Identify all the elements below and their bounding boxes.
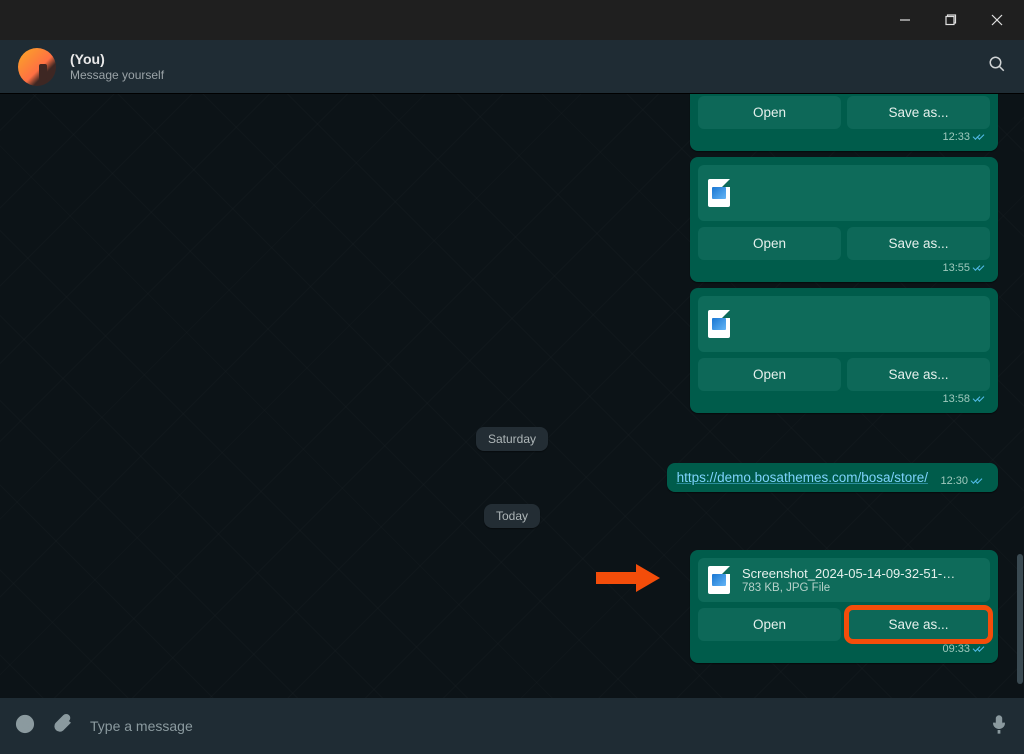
read-ticks-icon — [973, 394, 988, 404]
message-time: 12:33 — [942, 131, 970, 143]
message-time: 09:33 — [942, 643, 970, 655]
save-as-button[interactable]: Save as... — [847, 227, 990, 260]
window-titlebar — [0, 0, 1024, 40]
message-input-bar: Type a message — [0, 698, 1024, 754]
open-button[interactable]: Open — [698, 227, 841, 260]
open-button[interactable]: Open — [698, 608, 841, 641]
date-separator: Today — [484, 504, 540, 528]
file-message[interactable]: Screenshot_2024-05-14-09-32-51-22_6... 7… — [690, 550, 998, 663]
file-preview — [698, 296, 990, 352]
message-input[interactable]: Type a message — [90, 718, 972, 734]
file-preview: Screenshot_2024-05-14-09-32-51-22_6... 7… — [698, 558, 990, 602]
read-ticks-icon — [973, 132, 988, 142]
file-name: Screenshot_2024-05-14-09-32-51-22_6... — [742, 566, 962, 581]
avatar[interactable] — [18, 48, 56, 86]
open-button[interactable]: Open — [698, 358, 841, 391]
link-message[interactable]: https://demo.bosathemes.com/bosa/store/ … — [667, 463, 998, 492]
minimize-button[interactable] — [882, 0, 928, 40]
file-message[interactable]: Open Save as... 12:33 — [690, 94, 998, 151]
file-icon — [708, 310, 730, 338]
save-as-button[interactable]: Save as... — [847, 358, 990, 391]
read-ticks-icon — [973, 263, 988, 273]
chat-subtitle: Message yourself — [70, 68, 164, 82]
read-ticks-icon — [973, 644, 988, 654]
maximize-button[interactable] — [928, 0, 974, 40]
file-message[interactable]: Open Save as... 13:55 — [690, 157, 998, 282]
read-ticks-icon — [971, 476, 986, 486]
file-message[interactable]: Open Save as... 13:58 — [690, 288, 998, 413]
save-as-button[interactable]: Save as... — [847, 608, 990, 641]
date-separator: Saturday — [476, 427, 548, 451]
open-button[interactable]: Open — [698, 96, 841, 129]
chat-area: Open Save as... 12:33 Open Save as... 13… — [0, 94, 1024, 698]
message-time: 12:30 — [940, 475, 968, 487]
file-size: 783 KB, JPG File — [742, 582, 962, 594]
attach-icon[interactable] — [52, 713, 74, 740]
chat-title: (You) — [70, 51, 164, 67]
close-button[interactable] — [974, 0, 1020, 40]
message-time: 13:55 — [942, 262, 970, 274]
mic-icon[interactable] — [988, 713, 1010, 740]
file-preview — [698, 165, 990, 221]
link-text[interactable]: https://demo.bosathemes.com/bosa/store/ — [677, 470, 928, 485]
search-icon[interactable] — [988, 55, 1006, 78]
chat-header: (You) Message yourself — [0, 40, 1024, 94]
emoji-icon[interactable] — [14, 713, 36, 740]
file-icon — [708, 179, 730, 207]
file-icon — [708, 566, 730, 594]
message-time: 13:58 — [942, 393, 970, 405]
save-as-button[interactable]: Save as... — [847, 96, 990, 129]
